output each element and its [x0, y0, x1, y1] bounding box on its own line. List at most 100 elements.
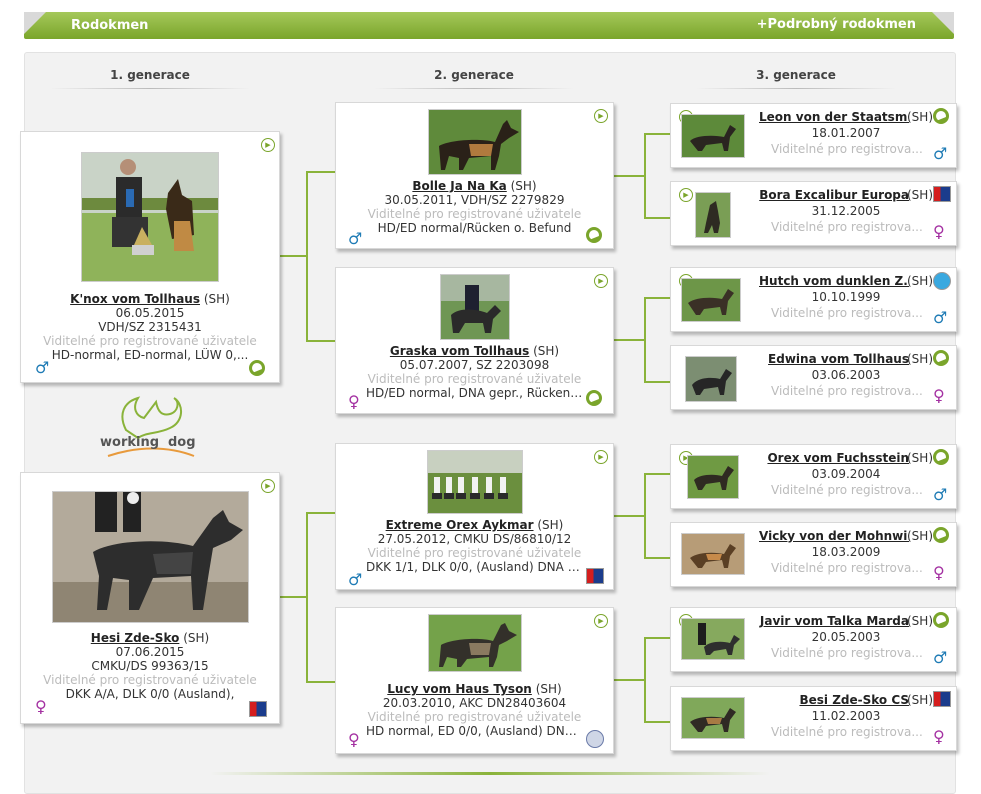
gen3-card[interactable]: Vicky von der Mohnwi... (SH) 18.03.2009 … — [670, 522, 957, 587]
dog-photo[interactable] — [81, 152, 219, 282]
dog-birth-and-registration: 20.03.2010, AKC DN28403604 — [382, 696, 567, 710]
dog-health: DKK 1/1, DLK 0/0, (Ausland) DNA gpr. — [366, 560, 591, 574]
dog-name[interactable]: Hesi Zde-Sko — [91, 631, 180, 645]
connector — [612, 339, 646, 341]
gen3-card[interactable]: ▶ Javir vom Talka Marda (SH) 20.05.2003 … — [670, 607, 957, 672]
dog-photo[interactable] — [427, 109, 522, 175]
dog-birth-date: 20.05.2003 — [811, 630, 881, 644]
registered-users-notice: Viditelné pro registrované uživatele — [43, 334, 257, 348]
dog-breed: (SH) — [537, 518, 564, 532]
dog-thumbnail[interactable] — [681, 697, 745, 739]
gen3-card[interactable]: ▶ Hutch vom dunklen Z... (SH) 10.10.1999… — [670, 267, 957, 332]
dog-name[interactable]: Bora Excalibur Europa — [759, 188, 909, 202]
female-sex-icon: ♀ — [933, 563, 945, 582]
dog-health: HD/ED normal/Rücken o. Befund — [377, 221, 572, 235]
dog-name[interactable]: Javir vom Talka Marda — [759, 614, 909, 628]
gen1-dam-card[interactable]: ▶ Hesi Zde-Sko (SH) 07.06.2015 CMKU/DS 9… — [20, 472, 280, 724]
connector — [644, 133, 646, 219]
connector — [644, 637, 646, 723]
dog-photo[interactable] — [427, 614, 522, 672]
male-sex-icon: ♂ — [933, 144, 948, 163]
dog-thumbnail[interactable] — [681, 533, 745, 575]
dog-birth-and-registration: 27.05.2012, CMKU DS/86810/12 — [377, 532, 572, 546]
dog-breed: (SH) — [907, 352, 934, 366]
gen3-card[interactable]: ▶ Orex vom Fuchsstein (SH) 03.09.2004 Vi… — [670, 444, 957, 509]
dog-name[interactable]: Orex vom Fuchsstein — [759, 451, 909, 465]
dog-name[interactable]: Edwina vom Tollhaus — [759, 352, 909, 366]
dog-thumbnail[interactable] — [681, 114, 745, 158]
gen2-card[interactable]: ▶ Lucy vom Haus Tyson (SH) 20.03.2010, A… — [335, 607, 614, 754]
dog-thumbnail[interactable] — [681, 618, 745, 660]
dog-breed: (SH) — [907, 274, 934, 288]
video-play-icon[interactable]: ▶ — [594, 450, 608, 464]
gen3-card[interactable]: Edwina vom Tollhaus (SH) 03.06.2003 Vidi… — [670, 345, 957, 410]
dog-birth-date: 11.02.2003 — [811, 709, 881, 723]
dog-birth-date: 18.03.2009 — [811, 545, 881, 559]
registered-users-notice: Viditelné pro registrované uživatele — [367, 546, 582, 560]
connector — [644, 473, 671, 475]
dog-thumbnail[interactable] — [681, 278, 741, 322]
gen3-card[interactable]: Besi Zde-Sko CS (SH) 11.02.2003 Viditeln… — [670, 686, 957, 751]
gen2-card[interactable]: ▶ Bolle Ja Na Ka (SH) 30.05.2011, VDH/SZ… — [335, 102, 614, 249]
connector — [306, 171, 308, 342]
video-play-icon[interactable]: ▶ — [261, 138, 275, 152]
dog-thumbnail[interactable] — [695, 192, 731, 238]
logo-word-working: working — [100, 435, 159, 450]
registered-users-notice: Viditelné pro registrované uživatele — [367, 372, 582, 386]
logo-word-dog: dog — [168, 435, 196, 450]
video-play-icon[interactable]: ▶ — [679, 188, 693, 202]
dog-photo[interactable] — [426, 450, 523, 514]
connector — [644, 557, 671, 559]
pedigree-header-bar: Rodokmen +Podrobný rodokmen — [24, 12, 954, 39]
detailed-pedigree-link[interactable]: +Podrobný rodokmen — [757, 17, 916, 32]
female-sex-icon: ♀ — [35, 697, 47, 716]
video-play-icon[interactable]: ▶ — [261, 479, 275, 493]
dog-name[interactable]: Graska vom Tollhaus — [390, 344, 529, 358]
gen3-card[interactable]: ▶ Leon von der Staatsm... (SH) 18.01.200… — [670, 103, 957, 168]
video-play-icon[interactable]: ▶ — [594, 109, 608, 123]
bottom-divider — [210, 772, 770, 775]
dog-photo[interactable] — [439, 274, 510, 340]
dog-name[interactable]: Besi Zde-Sko CS — [759, 693, 909, 707]
dog-health: HD normal, ED 0/0, (Ausland) DNA g... — [366, 724, 596, 738]
registered-users-notice: Viditelné pro registrova... — [771, 725, 923, 739]
gen1-sire-card[interactable]: ▶ K'nox vom Tollhaus (SH) 06.05.2015 VDH… — [20, 131, 280, 383]
dog-thumbnail[interactable] — [687, 455, 739, 499]
dog-breed: (SH) — [510, 179, 537, 193]
dog-name[interactable]: Vicky von der Mohnwi... — [759, 529, 909, 543]
connector — [644, 381, 671, 383]
gen2-card[interactable]: ▶ Extreme Orex Aykmar (SH) 27.05.2012, C… — [335, 443, 614, 590]
gen2-card[interactable]: ▶ Graska vom Tollhaus (SH) 05.07.2007, S… — [335, 267, 614, 414]
connector — [278, 596, 308, 598]
dog-name[interactable]: Lucy vom Haus Tyson — [387, 682, 532, 696]
dog-name[interactable]: Hutch vom dunklen Z... — [759, 274, 909, 288]
dog-birth-date: 06.05.2015 — [115, 306, 185, 320]
generation-2-heading: 2. generace — [364, 68, 584, 89]
dog-photo[interactable] — [51, 491, 249, 623]
dog-name[interactable]: Extreme Orex Aykmar — [386, 518, 534, 532]
registered-users-notice: Viditelné pro registrova... — [771, 220, 923, 234]
male-sex-icon: ♂ — [933, 308, 948, 327]
registered-users-notice: Viditelné pro registrova... — [771, 306, 923, 320]
breed-stamp-icon — [586, 227, 602, 243]
dog-name[interactable]: K'nox vom Tollhaus — [70, 292, 200, 306]
working-dog-logo: working dog — [98, 392, 202, 467]
dog-breed: (SH) — [533, 344, 560, 358]
gen3-card[interactable]: ▶ Bora Excalibur Europa (SH) 31.12.2005 … — [670, 181, 957, 246]
breed-stamp-icon — [933, 612, 949, 628]
video-play-icon[interactable]: ▶ — [594, 614, 608, 628]
banner-fold-right — [932, 12, 954, 34]
banner-fold-left — [24, 12, 46, 34]
breed-stamp-icon — [933, 350, 949, 366]
connector — [644, 297, 671, 299]
dog-thumbnail[interactable] — [685, 356, 737, 402]
registered-users-notice: Viditelné pro registrované uživatele — [367, 710, 582, 724]
dog-breed: (SH) — [183, 631, 210, 645]
dog-birth-and-registration: 05.07.2007, SZ 2203098 — [399, 358, 550, 372]
female-sex-icon: ♀ — [348, 392, 360, 411]
dog-name[interactable]: Bolle Ja Na Ka — [412, 179, 506, 193]
video-play-icon[interactable]: ▶ — [594, 274, 608, 288]
dog-name[interactable]: Leon von der Staatsm... — [759, 110, 909, 124]
breed-stamp-icon — [586, 390, 602, 406]
dog-birth-date: 03.09.2004 — [811, 467, 881, 481]
